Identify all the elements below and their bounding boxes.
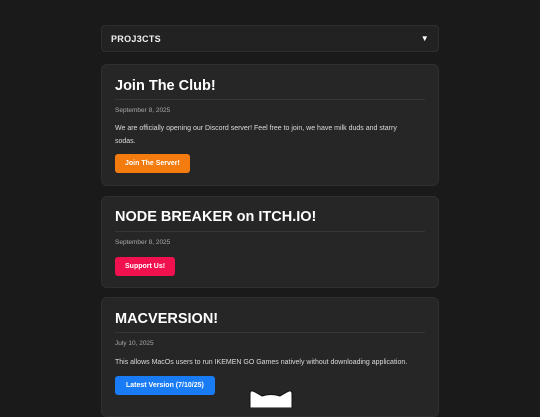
support-us-button[interactable]: Support Us!	[115, 257, 176, 276]
post-date: September 8, 2025	[115, 107, 171, 114]
post-card-join-the-club: Join The Club! September 8, 2025 We are …	[101, 64, 439, 186]
post-body: This allows MacOs users to run IKEMEN GO…	[115, 359, 408, 366]
triangle-down-icon: ▼	[420, 34, 429, 43]
post-body: We are officially opening our Discord se…	[115, 125, 397, 145]
post-title: NODE BREAKER on ITCH.IO!	[115, 209, 317, 225]
divider	[115, 231, 425, 232]
projects-dropdown[interactable]: PROJ3CTS ▼	[101, 25, 439, 52]
post-title: MACVERSION!	[115, 311, 219, 327]
post-title: Join The Club!	[115, 78, 216, 94]
dropdown-label: PROJ3CTS	[111, 33, 161, 44]
post-date: July 10, 2025	[115, 340, 154, 347]
join-server-button[interactable]: Join The Server!	[115, 154, 190, 173]
divider	[115, 99, 425, 100]
divider	[115, 332, 425, 333]
latest-version-button[interactable]: Latest Version (7/10/25)	[115, 376, 215, 395]
post-date: September 8, 2025	[115, 239, 171, 246]
post-card-node-breaker: NODE BREAKER on ITCH.IO! September 8, 20…	[101, 196, 439, 288]
cat-mascot-icon	[249, 390, 293, 408]
